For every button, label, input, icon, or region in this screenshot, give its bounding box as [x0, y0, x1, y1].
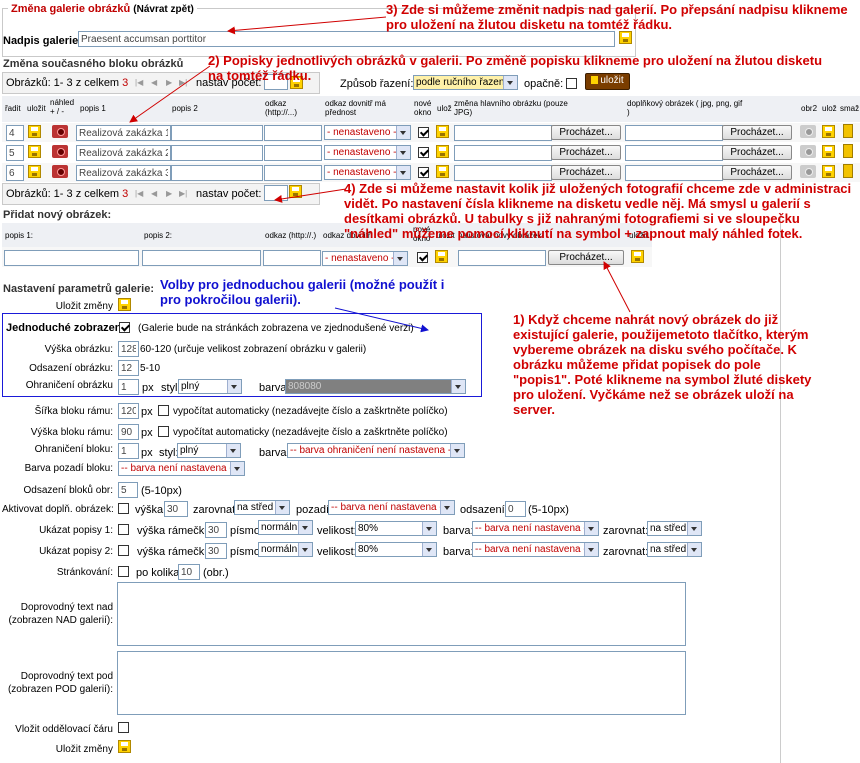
arrow-4 — [274, 188, 347, 203]
arrow-3 — [227, 16, 387, 35]
annotation-arrows — [129, 16, 631, 333]
arrow-2 — [129, 65, 211, 123]
arrow-blue — [334, 307, 429, 333]
arrow-1 — [603, 261, 631, 313]
